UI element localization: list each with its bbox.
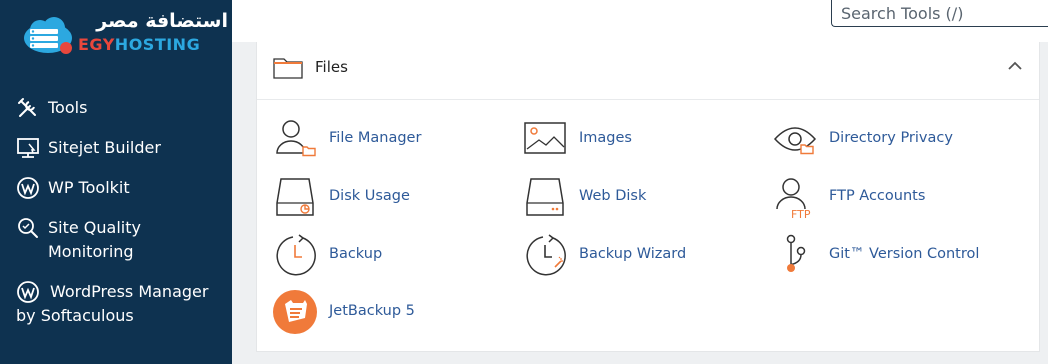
folder-icon (273, 58, 303, 79)
brand-english-part2: HOSTING (114, 35, 201, 54)
sidebar-item-wp-toolkit[interactable]: WP Toolkit (16, 172, 226, 199)
backup-icon (276, 234, 316, 276)
git-icon (786, 234, 806, 272)
files-panel: Files File Manager Images Directory Priv… (256, 42, 1040, 352)
tool-file-manager[interactable]: File Manager (273, 117, 513, 161)
sidebar-item-label: WP Toolkit (48, 178, 130, 197)
ftp-icon-text: FTP (791, 208, 811, 219)
tool-backup-wizard[interactable]: Backup Wizard (523, 233, 763, 277)
ftp-accounts-icon: FTP (776, 178, 811, 219)
search-input[interactable] (831, 0, 1048, 27)
magnifier-icon (18, 218, 38, 238)
sidebar-item-label: Tools (48, 98, 88, 117)
tool-label: File Manager (329, 130, 422, 146)
tool-backup[interactable]: Backup (273, 233, 513, 277)
sidebar: استضافة مصر EGYHOSTING Tools Sitejet Bui… (0, 0, 232, 364)
tool-label: Backup (329, 246, 383, 262)
tool-git-version-control[interactable]: Git™ Version Control (773, 233, 1013, 277)
tool-disk-usage[interactable]: Disk Usage (273, 175, 513, 219)
sidebar-item-site-quality-monitoring[interactable]: Site Quality Monitoring (16, 212, 226, 261)
sidebar-item-label: WordPress Manager by Softaculous (16, 282, 209, 325)
chevron-up-icon[interactable] (1007, 60, 1023, 72)
tool-label: Images (579, 130, 632, 146)
backup-wizard-icon (526, 234, 566, 276)
cloud-server-icon (24, 17, 72, 54)
sidebar-item-sitejet-builder[interactable]: Sitejet Builder (16, 132, 226, 158)
brand-arabic-name: استضافة مصر (96, 10, 228, 32)
sitejet-icon (17, 138, 39, 158)
sidebar-item-label: Site Quality Monitoring (48, 218, 141, 261)
brand-logo[interactable]: استضافة مصر EGYHOSTING (22, 10, 228, 60)
panel-title: Files (315, 58, 348, 76)
tool-label: Web Disk (579, 188, 647, 204)
disk-usage-icon (276, 178, 314, 216)
images-icon (524, 122, 566, 154)
tool-ftp-accounts[interactable]: FTP FTP Accounts (773, 175, 1013, 219)
web-disk-icon (526, 178, 564, 216)
brand-english-name: EGYHOSTING (78, 35, 200, 54)
sidebar-item-wordpress-manager[interactable]: WordPress Manager by Softaculous (16, 276, 226, 348)
tool-jetbackup-5[interactable]: JetBackup 5 (273, 290, 513, 334)
tool-label: FTP Accounts (829, 188, 926, 204)
file-manager-icon (276, 120, 316, 157)
tool-web-disk[interactable]: Web Disk (523, 175, 763, 219)
jetbackup-icon (273, 290, 317, 334)
sidebar-item-label: Sitejet Builder (48, 138, 161, 157)
wordpress-icon (17, 177, 39, 199)
tool-images[interactable]: Images (523, 117, 763, 161)
tool-label: JetBackup 5 (329, 303, 415, 319)
files-panel-header[interactable]: Files (257, 42, 1039, 100)
tool-label: Directory Privacy (829, 130, 953, 146)
tool-directory-privacy[interactable]: Directory Privacy (773, 117, 1013, 161)
directory-privacy-icon (773, 127, 817, 155)
brand-english-part1: EGY (78, 35, 115, 54)
sidebar-item-tools[interactable]: Tools (16, 92, 226, 117)
tool-label: Disk Usage (329, 188, 410, 204)
tool-label: Git™ Version Control (829, 246, 980, 262)
tool-label: Backup Wizard (579, 246, 687, 262)
tools-icon (18, 98, 36, 117)
